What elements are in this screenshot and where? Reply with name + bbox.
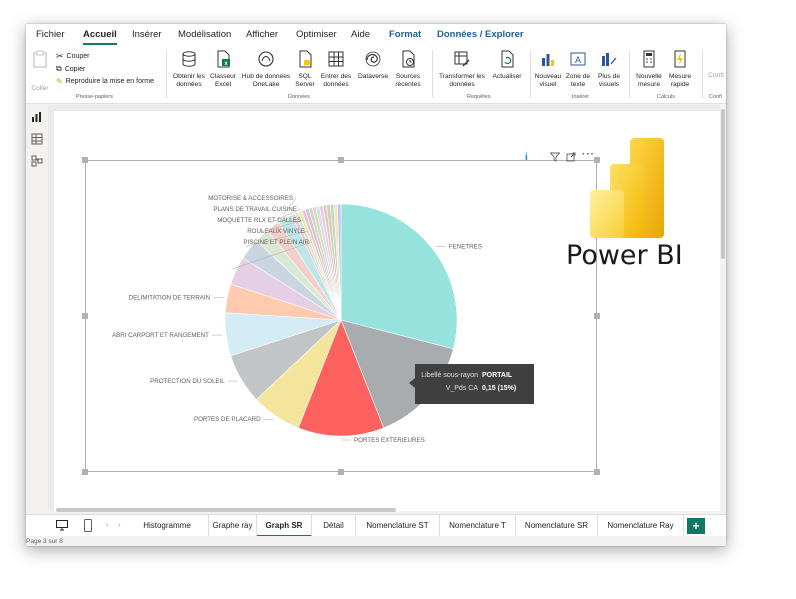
slice-label: PORTES DE PLACARD: [194, 416, 261, 423]
power-bi-logo: [590, 138, 664, 238]
page-tab-histogramme[interactable]: Histogramme: [126, 515, 209, 537]
slice-label: PLANS DE TRAVAIL CUISINE: [213, 206, 297, 213]
slice-label: PORTES EXTERIEURES: [354, 437, 425, 444]
page-tab-graphe-ray[interactable]: Graphe ray: [209, 515, 257, 537]
page-count-status: Page 3 sur 8: [26, 538, 63, 545]
tooltip-key-label: Libellé sous-rayon: [421, 372, 478, 379]
pie-chart: FENETRESPORTAILPORTES EXTERIEURESPORTES …: [112, 195, 482, 444]
page-tab-nomenclature-st[interactable]: Nomenclature ST: [356, 515, 440, 537]
mobile-layout-icon[interactable]: [84, 519, 92, 532]
chart-tooltip: Libellé sous-rayon PORTAIL V_Pds CA 0,15…: [409, 364, 534, 404]
slice-label: ROULEAUX VINYLE: [247, 228, 305, 235]
page-tab-nomenclature-ray[interactable]: Nomenclature Ray: [598, 515, 684, 537]
slice-label: PROTECTION DU SOLEIL: [150, 378, 225, 385]
add-page-button[interactable]: +: [687, 518, 705, 534]
page-tab-nomenclature-sr[interactable]: Nomenclature SR: [516, 515, 598, 537]
powerbi-window: Fichier Accueil Insérer Modélisation Aff…: [26, 24, 726, 546]
tooltip-value-measure: 0,15 (15%): [482, 385, 517, 392]
page-tab-graph-sr[interactable]: Graph SR: [257, 515, 312, 537]
power-bi-logo-text: Power BI: [566, 240, 683, 271]
tooltip-pointer: [409, 378, 415, 388]
slice-label: FENETRES: [449, 243, 482, 250]
page-tab-nomenclature-t[interactable]: Nomenclature T: [440, 515, 516, 537]
slice-label: MOQUETTE RLX ET DALLES: [217, 217, 301, 224]
page-tab-detail[interactable]: Détail: [312, 515, 356, 537]
prev-page-icon[interactable]: ‹: [106, 520, 109, 529]
slice-label: MOTORISE & ACCESSOIRES: [208, 195, 293, 202]
next-page-icon[interactable]: ›: [118, 520, 121, 529]
tooltip-key-measure: V_Pds CA: [445, 385, 478, 392]
tooltip-value-label: PORTAIL: [482, 372, 513, 379]
status-bar: Page 3 sur 8: [26, 536, 726, 546]
slice-label: DELIMITATION DE TERRAIN: [129, 295, 210, 302]
desktop-layout-icon[interactable]: [56, 520, 68, 531]
slice-label: ABRI CARPORT ET RANGEMENT: [112, 332, 209, 339]
page-tab-bar: ‹ › Histogramme Graphe ray Graph SR Déta…: [26, 514, 726, 537]
